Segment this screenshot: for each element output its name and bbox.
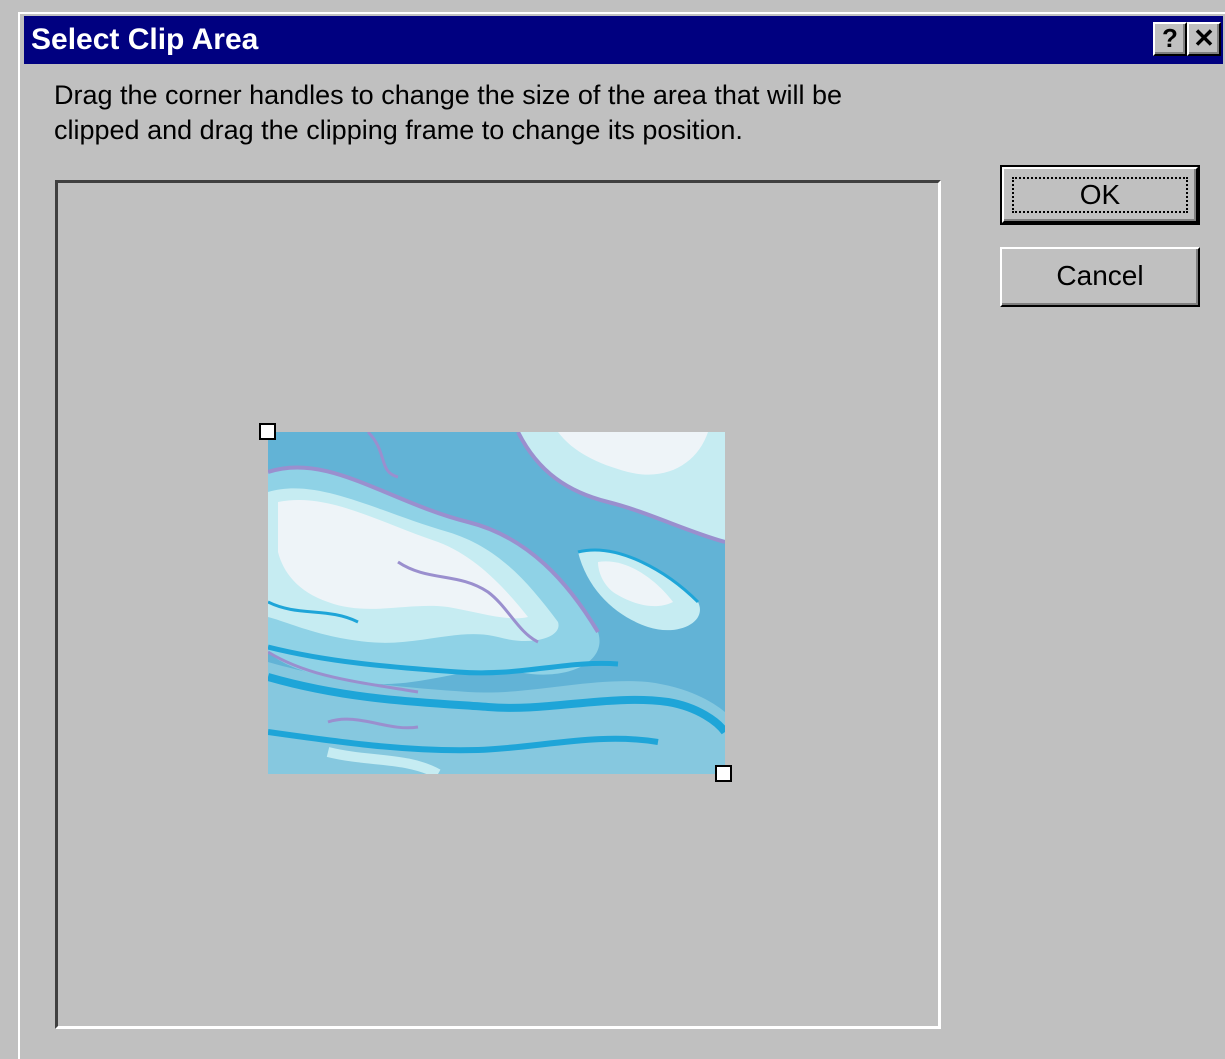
clip-selection-image[interactable] bbox=[268, 432, 725, 774]
close-button[interactable]: ✕ bbox=[1187, 22, 1221, 56]
instructions-line-1: Drag the corner handles to change the si… bbox=[54, 80, 842, 110]
screen: Select Clip Area ? ✕ Drag the corner han… bbox=[0, 0, 1225, 1059]
select-clip-area-dialog: Select Clip Area ? ✕ Drag the corner han… bbox=[18, 12, 1225, 1059]
close-icon: ✕ bbox=[1193, 23, 1215, 53]
instructions-line-2: clipped and drag the clipping frame to c… bbox=[54, 115, 743, 145]
top-left-resize-handle[interactable] bbox=[259, 423, 276, 440]
clip-preview-frame bbox=[55, 180, 941, 1029]
clip-image-graphic bbox=[268, 432, 725, 774]
ok-button-label: OK bbox=[1012, 177, 1188, 213]
instructions-text: Drag the corner handles to change the si… bbox=[54, 78, 954, 148]
bottom-right-resize-handle[interactable] bbox=[715, 765, 732, 782]
ok-button[interactable]: OK bbox=[1000, 165, 1200, 225]
cancel-button[interactable]: Cancel bbox=[1000, 247, 1200, 307]
help-button[interactable]: ? bbox=[1153, 22, 1187, 56]
help-icon: ? bbox=[1162, 23, 1178, 53]
title-bar[interactable]: Select Clip Area ? ✕ bbox=[24, 16, 1223, 64]
ok-button-face: OK bbox=[1002, 167, 1198, 223]
dialog-title: Select Clip Area bbox=[31, 23, 259, 56]
